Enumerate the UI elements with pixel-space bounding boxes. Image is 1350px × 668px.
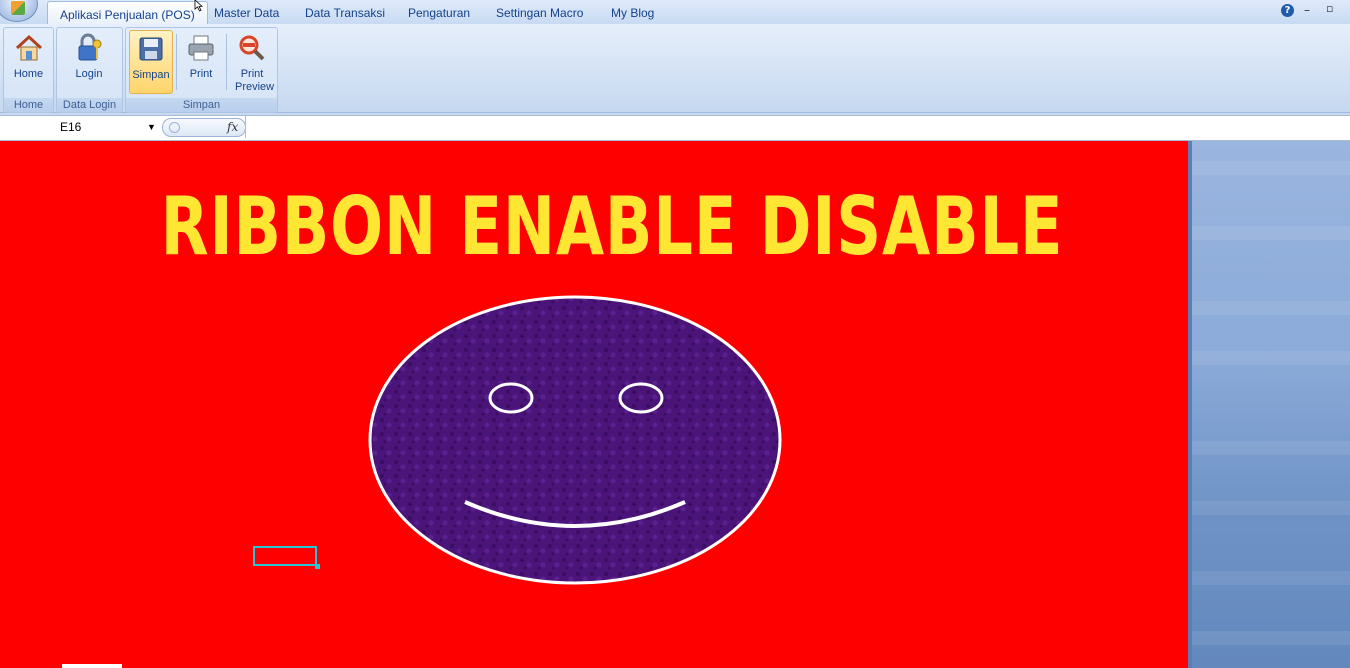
face-ellipse [368, 295, 782, 585]
help-icon[interactable]: ? [1281, 4, 1294, 17]
resize-grip-icon[interactable] [169, 122, 180, 133]
tab-master-data[interactable]: Master Data [214, 0, 279, 24]
group-simpan: Simpan Print Print Preview Simpan [125, 27, 278, 113]
group-label-data-login: Data Login [57, 98, 122, 112]
minimize-icon[interactable]: – [1304, 3, 1310, 17]
tab-pengaturan[interactable]: Pengaturan [408, 0, 470, 24]
group-label-home: Home [4, 98, 53, 112]
restore-icon[interactable]: ▫ [1326, 2, 1333, 15]
mouse-cursor-icon [194, 0, 203, 12]
tab-my-blog[interactable]: My Blog [611, 0, 654, 24]
floppy-disk-icon [139, 37, 163, 61]
group-data-login: Login Data Login [56, 27, 123, 113]
login-button[interactable]: Login [65, 30, 113, 92]
print-button[interactable]: Print [180, 30, 222, 92]
ribbon-separator [226, 34, 227, 90]
home-icon [15, 34, 42, 61]
name-box[interactable]: E16 ▼ [0, 116, 160, 138]
group-home: Home Home [3, 27, 54, 113]
print-preview-button-label: Print Preview [235, 68, 275, 93]
ribbon-separator [176, 34, 177, 90]
print-preview-button[interactable]: Print Preview [229, 30, 275, 93]
formula-controls: fx [162, 118, 246, 137]
selected-cell-e16[interactable] [253, 546, 317, 566]
home-button-label: Home [13, 68, 44, 80]
fill-handle[interactable] [315, 564, 320, 569]
name-box-value: E16 [60, 120, 82, 134]
print-button-label: Print [189, 68, 213, 80]
right-eye [618, 382, 664, 414]
simpan-button-label: Simpan [132, 69, 170, 81]
group-label-simpan: Simpan [126, 98, 277, 112]
simpan-button[interactable]: Simpan [129, 30, 173, 94]
smiley-face-shape[interactable] [365, 290, 790, 590]
page-title: RIBBON ENABLE DISABLE [160, 180, 1064, 273]
sheet-tab[interactable] [62, 664, 122, 668]
magnifier-icon [239, 35, 265, 61]
login-button-label: Login [75, 68, 103, 80]
office-logo-icon [11, 1, 25, 15]
chevron-down-icon[interactable]: ▼ [147, 116, 156, 138]
tab-data-transaksi[interactable]: Data Transaksi [305, 0, 385, 24]
tab-aplikasi-penjualan[interactable]: Aplikasi Penjualan (POS) [47, 1, 208, 26]
home-button[interactable]: Home [6, 30, 51, 92]
insert-function-icon[interactable]: fx [227, 119, 238, 136]
sheet-side-panel [1188, 141, 1350, 668]
lock-key-icon [78, 33, 102, 61]
tab-settingan-macro[interactable]: Settingan Macro [496, 0, 583, 24]
left-eye [488, 382, 534, 414]
printer-icon [188, 35, 214, 61]
formula-input[interactable] [245, 116, 1350, 138]
